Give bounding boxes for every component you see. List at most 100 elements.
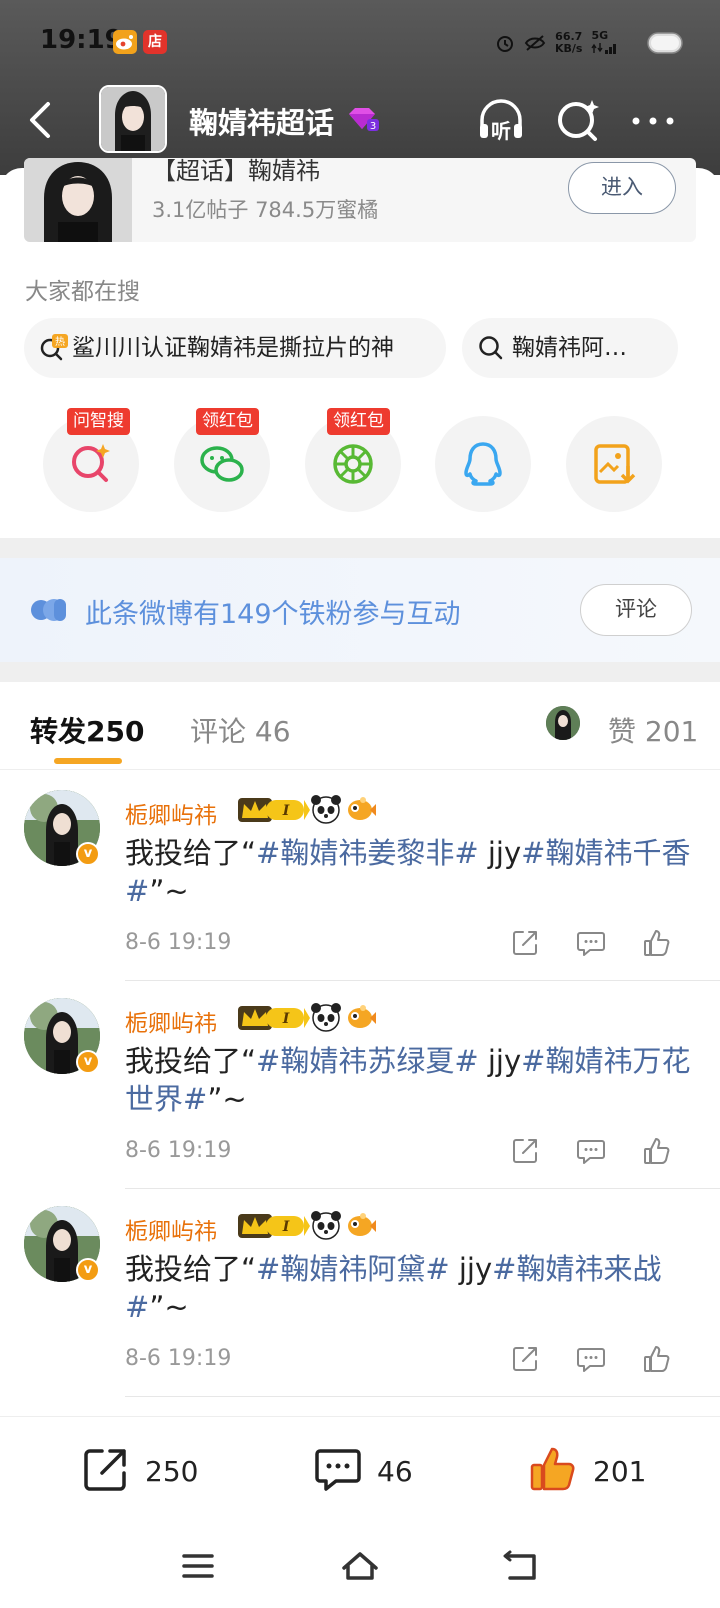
repost-icon[interactable]: [510, 1344, 540, 1374]
bottom-like[interactable]: 201: [528, 1443, 658, 1499]
tab-comment-label: 评论: [190, 715, 247, 748]
hashtag-link[interactable]: #鞠婧祎姜黎非#: [256, 836, 479, 870]
eye-off-icon: [524, 35, 546, 51]
supertopic-name: 【超话】鞠婧祎: [152, 158, 320, 185]
supertopic-image: [24, 158, 132, 242]
username[interactable]: 栀卿屿祎: [125, 796, 217, 830]
shop-badge-icon: 店: [143, 30, 167, 54]
tab-comment[interactable]: 评论 46: [190, 710, 291, 750]
panda-icon: [311, 1211, 341, 1240]
search-icon: [479, 336, 503, 360]
supertopic-card[interactable]: 【超话】鞠婧祎 3.1亿帖子 784.5万蜜橘 进入: [24, 158, 696, 242]
wechat-icon: [200, 446, 244, 482]
system-nav-bar: [0, 1524, 720, 1608]
bottom-comment[interactable]: 46: [312, 1443, 432, 1499]
hashtag-link[interactable]: #鞠婧祎苏绿夏#: [256, 1044, 479, 1078]
like-icon[interactable]: [642, 1344, 672, 1374]
tab-bar: 转发250 评论 46 赞 201: [0, 682, 720, 770]
comment-icon: [315, 1449, 361, 1491]
signal-icon: [591, 42, 617, 54]
tab-like-count: 201: [644, 715, 699, 748]
battery-icon: [647, 32, 684, 54]
comment-button[interactable]: 评论: [580, 584, 692, 636]
repost-icon: [84, 1449, 126, 1491]
bottom-action-bar: 250 46 201: [0, 1416, 720, 1524]
listen-icon[interactable]: 听: [476, 96, 526, 146]
status-bar: 19:19 店 66.7 KB/s 5G: [0, 0, 720, 82]
share-moments[interactable]: 领红包: [305, 408, 401, 512]
share-save-image[interactable]: [566, 416, 662, 512]
tab-like[interactable]: 赞 201: [608, 710, 698, 750]
share-ask-search[interactable]: 问智搜: [43, 408, 139, 512]
bottom-comment-count: 46: [377, 1455, 413, 1488]
comment-text: 我投给了“#鞠婧祎苏绿夏# jjy#鞠婧祎万花世界#”~: [125, 1042, 701, 1118]
like-icon[interactable]: [642, 928, 672, 958]
back-icon[interactable]: [22, 96, 62, 144]
tab-comment-count: 46: [254, 715, 291, 748]
content-card: 【超话】鞠婧祎 3.1亿帖子 784.5万蜜橘 进入 大家都在搜 热 鲨川川认证…: [0, 158, 720, 538]
diamond-badge-icon: 3: [349, 108, 379, 132]
fans-icon: [31, 599, 66, 621]
search-chip-text: 鞠婧祎阿…: [512, 335, 627, 361]
section-gap: [0, 538, 720, 558]
comment-icon[interactable]: [576, 1344, 606, 1374]
search-chip-2[interactable]: 鞠婧祎阿…: [462, 318, 678, 378]
username[interactable]: 栀卿屿祎: [125, 1004, 217, 1038]
back-nav-icon[interactable]: [500, 1546, 540, 1586]
net-speed: 66.7 KB/s: [555, 31, 582, 55]
ai-search-icon: [72, 444, 110, 482]
repost-icon[interactable]: [510, 928, 540, 958]
search-spark-icon[interactable]: [554, 96, 604, 146]
share-tag: 领红包: [196, 408, 259, 435]
like-icon[interactable]: [642, 1136, 672, 1166]
tab-repost-label: 转发: [30, 715, 87, 748]
search-chip-1[interactable]: 热 鲨川川认证鞠婧祎是撕拉片的神: [24, 318, 446, 378]
comment-text-tail: ”~: [149, 874, 189, 908]
hot-search-icon: 热: [40, 334, 68, 361]
like-filled-icon: [530, 1447, 575, 1491]
svg-text:I: I: [282, 1011, 290, 1027]
header-background: 19:19 店 66.7 KB/s 5G 鞠婧祎超话 3 听: [0, 0, 720, 175]
topic-avatar[interactable]: [99, 85, 167, 153]
bottom-like-count: 201: [593, 1455, 647, 1488]
signal-label: 5G: [591, 28, 609, 42]
comment-text: 我投给了“#鞠婧祎阿黛# jjy#鞠婧祎来战#”~: [125, 1250, 701, 1326]
share-wechat[interactable]: 领红包: [174, 408, 270, 512]
menu-icon[interactable]: [178, 1546, 218, 1586]
active-tab-indicator: [54, 758, 122, 764]
comment-item[interactable]: v 栀卿屿祎 I 我投给了“#鞠婧祎苏绿夏# jjy#鞠婧祎万花世界#”~ 8-6 19…: [0, 978, 720, 1191]
fish-icon: [348, 797, 376, 820]
fans-banner: 此条微博有149个铁粉参与互动 评论: [0, 558, 720, 662]
repost-icon[interactable]: [510, 1136, 540, 1166]
comment-time: 8-6 19:19: [125, 930, 232, 955]
vip-crown-badge-icon: I: [238, 798, 310, 822]
comment-icon[interactable]: [576, 928, 606, 958]
comment-item[interactable]: v 栀卿屿祎 I 我投给了“#鞠婧祎阿黛# jjy#鞠婧祎来战#”~ 8-6 19:19: [0, 1186, 720, 1399]
verified-badge-icon: v: [76, 1258, 100, 1282]
share-qq[interactable]: [435, 416, 531, 512]
fish-icon: [348, 1213, 376, 1236]
search-section-title: 大家都在搜: [25, 279, 140, 305]
comment-text-tail: ”~: [149, 1290, 189, 1324]
enter-button[interactable]: 进入: [568, 162, 676, 214]
username[interactable]: 栀卿屿祎: [125, 1212, 217, 1246]
page-title: 鞠婧祎超话: [189, 106, 335, 140]
hashtag-link[interactable]: #鞠婧祎阿黛#: [256, 1252, 450, 1286]
divider: [125, 1396, 720, 1397]
comment-icon[interactable]: [576, 1136, 606, 1166]
user-badges: I: [238, 1211, 376, 1240]
more-icon[interactable]: [628, 96, 678, 146]
comment-text-plain: 我投给了“: [125, 1252, 257, 1286]
bottom-repost-count: 250: [145, 1455, 199, 1488]
svg-text:I: I: [282, 1219, 290, 1235]
panda-icon: [311, 795, 341, 824]
comment-item[interactable]: v 栀卿屿祎 I 我投给了“#鞠婧祎姜黎非# jjy#鞠婧祎千香#”~ 8-6 19:1…: [0, 770, 720, 983]
bottom-repost[interactable]: 250: [80, 1443, 210, 1499]
fans-text: 此条微博有149个铁粉参与互动: [85, 599, 461, 630]
comment-time: 8-6 19:19: [125, 1138, 232, 1163]
tab-repost[interactable]: 转发250: [30, 710, 144, 750]
home-icon[interactable]: [340, 1546, 380, 1586]
comment-time: 8-6 19:19: [125, 1346, 232, 1371]
comment-text-mid: jjy: [478, 836, 522, 870]
tab-repost-count: 250: [86, 715, 145, 748]
